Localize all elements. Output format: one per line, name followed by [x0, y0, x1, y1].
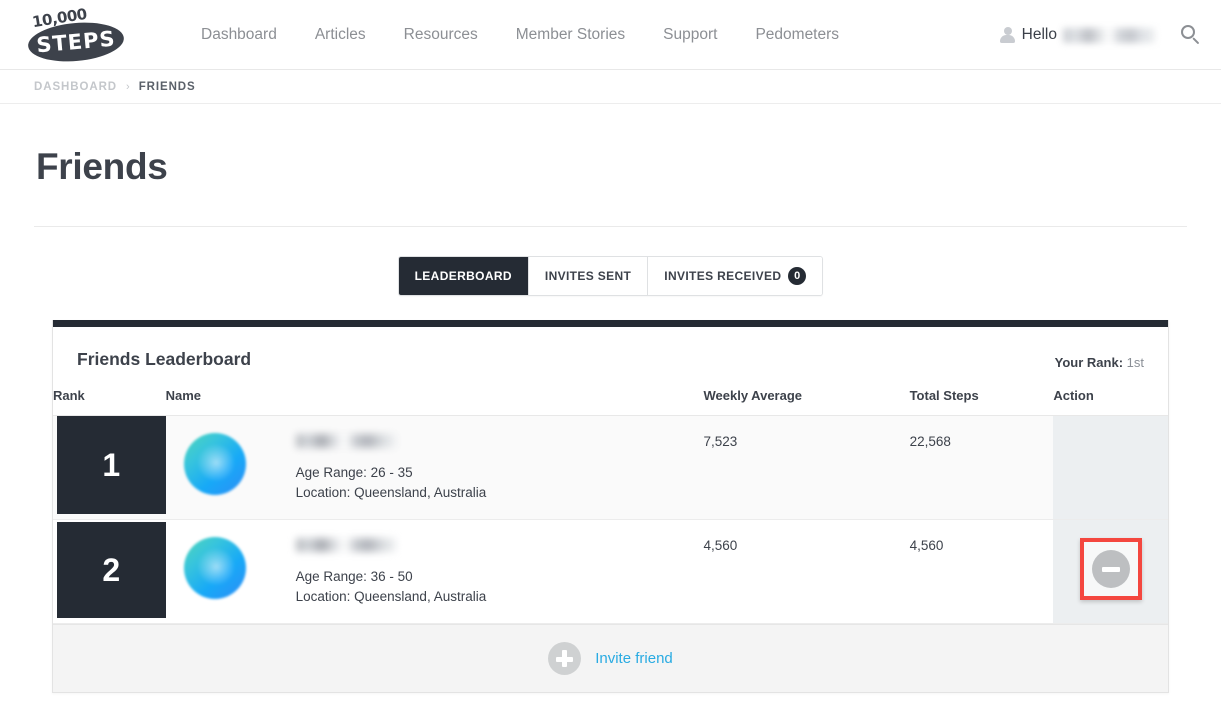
- rank-cell: 1: [53, 415, 166, 520]
- avatar: [183, 537, 246, 599]
- rank-value: 2: [57, 520, 166, 618]
- main-nav: Dashboard Articles Resources Member Stor…: [182, 20, 858, 50]
- friend-name-redacted: [295, 538, 396, 552]
- nav-item-member-stories[interactable]: Member Stories: [497, 20, 644, 50]
- title-divider: [34, 226, 1187, 227]
- person-details: Age Range: 36 - 50 Location: Queensland,…: [295, 534, 487, 607]
- nav-item-dashboard[interactable]: Dashboard: [182, 20, 296, 50]
- friend-name-redacted: [295, 434, 396, 448]
- header-user-area: Hello: [999, 0, 1201, 70]
- breadcrumb-friends: FRIENDS: [138, 80, 196, 93]
- column-header-rank: Rank: [53, 384, 166, 416]
- tab-invites-sent-label: INVITES SENT: [544, 269, 632, 283]
- nav-item-pedometers[interactable]: Pedometers: [736, 20, 858, 50]
- remove-friend-button[interactable]: [1091, 550, 1130, 588]
- logo[interactable]: 10,000 STEPS: [26, 4, 130, 65]
- breadcrumb-dashboard[interactable]: DASHBOARD: [34, 81, 117, 93]
- main-content: Friends LEADERBOARD INVITES SENT INVITES…: [0, 146, 1221, 693]
- name-cell: Age Range: 26 - 35 Location: Queensland,…: [165, 415, 704, 520]
- avatar: [183, 433, 246, 495]
- leaderboard-table: Rank Name Weekly Average Total Steps Act…: [53, 384, 1168, 624]
- table-row: 1 Age Range: 26 - 35 Location: Queenslan…: [53, 415, 1168, 520]
- column-header-name: Name: [165, 384, 704, 416]
- logo-word: STEPS: [35, 26, 117, 57]
- table-body: 1 Age Range: 26 - 35 Location: Queenslan…: [53, 415, 1168, 624]
- location: Location: Queensland, Australia: [295, 485, 487, 500]
- tab-invites-received-label: INVITES RECEIVED: [664, 269, 782, 283]
- user-name-redacted: [1063, 27, 1155, 43]
- invite-friend-link[interactable]: Invite friend: [548, 642, 673, 675]
- action-cell: [1053, 415, 1168, 520]
- person: Age Range: 26 - 35 Location: Queensland,…: [183, 430, 704, 503]
- card-top-bar: [53, 320, 1168, 327]
- site-header: 10,000 STEPS Dashboard Articles Resource…: [0, 0, 1221, 70]
- nav-item-support[interactable]: Support: [644, 20, 736, 50]
- card-header: Friends Leaderboard Your Rank: 1st: [53, 327, 1168, 370]
- friends-page: 10,000 STEPS Dashboard Articles Resource…: [0, 0, 1221, 708]
- invites-received-badge: 0: [788, 267, 807, 285]
- total-steps-value: 22,568: [909, 415, 1054, 520]
- column-header-total-steps: Total Steps: [909, 384, 1054, 416]
- tab-leaderboard-label: LEADERBOARD: [414, 269, 512, 283]
- card-footer: Invite friend: [53, 624, 1168, 692]
- column-header-action: Action: [1053, 384, 1168, 416]
- your-rank-value: 1st: [1126, 355, 1144, 370]
- user-icon: [999, 26, 1015, 44]
- weekly-average-value: 4,560: [703, 519, 910, 624]
- column-header-weekly-average: Weekly Average: [703, 384, 910, 416]
- weekly-average-value: 7,523: [703, 415, 910, 520]
- greeting-text: Hello: [1021, 26, 1057, 43]
- leaderboard-card: Friends Leaderboard Your Rank: 1st Rank …: [52, 320, 1169, 693]
- tab-invites-sent[interactable]: INVITES SENT: [528, 257, 649, 295]
- minus-icon: [1101, 566, 1120, 572]
- breadcrumb-separator-icon: ›: [126, 80, 130, 93]
- rank-value: 1: [57, 416, 166, 514]
- action-cell: [1053, 519, 1168, 624]
- card-title: Friends Leaderboard: [77, 349, 252, 369]
- nav-item-articles[interactable]: Articles: [296, 20, 385, 50]
- plus-circle-icon: [548, 642, 582, 675]
- age-range: Age Range: 36 - 50: [295, 569, 413, 584]
- search-icon[interactable]: [1181, 25, 1201, 45]
- location: Location: Queensland, Australia: [295, 589, 487, 604]
- page-title: Friends: [36, 146, 168, 187]
- tab-invites-received[interactable]: INVITES RECEIVED 0: [648, 257, 823, 295]
- table-row: 2 Age Range: 36 - 50 Location: Queenslan…: [53, 519, 1168, 624]
- tabs-container: LEADERBOARD INVITES SENT INVITES RECEIVE…: [34, 256, 1187, 296]
- person-details: Age Range: 26 - 35 Location: Queensland,…: [295, 430, 487, 503]
- rank-cell: 2: [53, 519, 166, 624]
- tab-group: LEADERBOARD INVITES SENT INVITES RECEIVE…: [397, 256, 824, 296]
- tab-leaderboard[interactable]: LEADERBOARD: [398, 257, 529, 295]
- name-cell: Age Range: 36 - 50 Location: Queensland,…: [165, 519, 704, 624]
- action-empty: [1053, 416, 1168, 514]
- nav-item-resources[interactable]: Resources: [385, 20, 497, 50]
- age-range: Age Range: 26 - 35: [295, 465, 413, 480]
- table-head: Rank Name Weekly Average Total Steps Act…: [53, 384, 1168, 416]
- your-rank-label: Your Rank:: [1054, 355, 1124, 370]
- table-header-row: Rank Name Weekly Average Total Steps Act…: [53, 384, 1168, 416]
- your-rank: Your Rank: 1st: [1055, 355, 1144, 370]
- remove-friend-highlight: [1079, 538, 1142, 600]
- person: Age Range: 36 - 50 Location: Queensland,…: [183, 534, 704, 607]
- total-steps-value: 4,560: [909, 519, 1054, 624]
- invite-friend-label: Invite friend: [595, 650, 673, 667]
- breadcrumb: DASHBOARD › FRIENDS: [0, 70, 1221, 104]
- action-inner: [1053, 520, 1168, 618]
